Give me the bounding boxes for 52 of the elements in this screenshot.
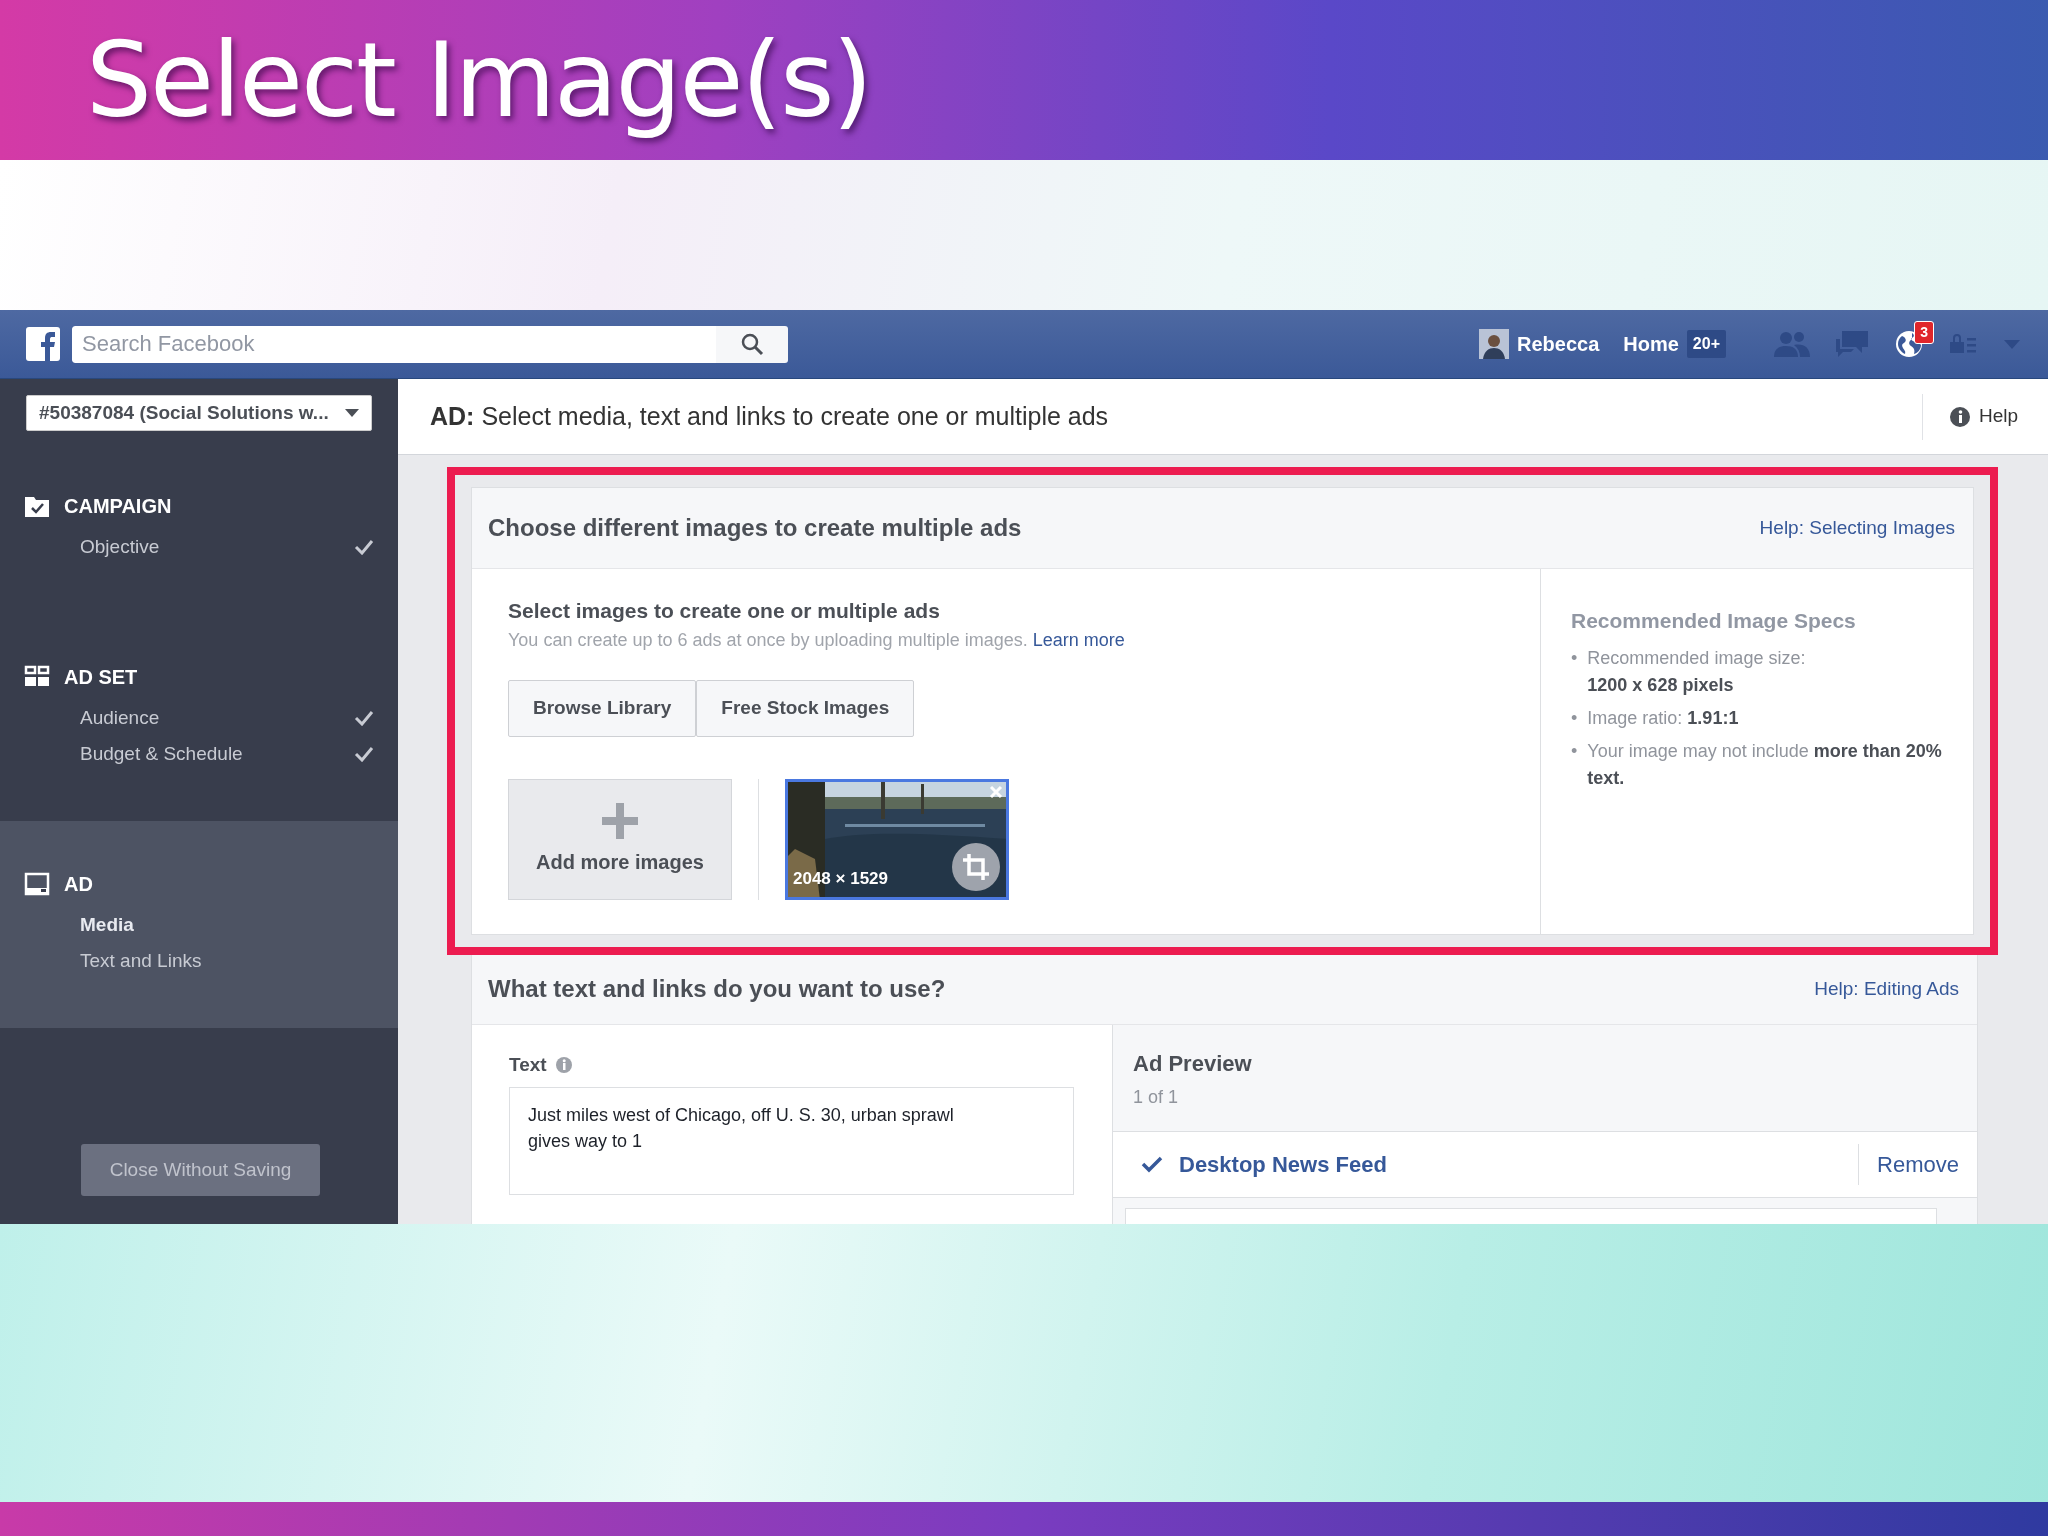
list-bullet: • xyxy=(1571,739,1578,763)
page-heading: AD: Select media, text and links to create one or multiple ads xyxy=(430,400,1109,432)
info-icon xyxy=(1948,405,1971,428)
panel-title: Choose different images to create multiple ads xyxy=(488,513,1022,543)
home-count-badge: 20+ xyxy=(1686,330,1726,358)
caret-icon xyxy=(345,409,359,417)
placement-link[interactable]: Desktop News Feed xyxy=(1179,1147,1387,1181)
image-size: 2048 × 1529 xyxy=(793,868,888,890)
sidebar-item[interactable]: Text and Links xyxy=(80,947,202,976)
user-name-link[interactable]: Rebecca xyxy=(1517,329,1600,359)
preview-count: 1 of 1 xyxy=(1133,1085,1180,1109)
help-link[interactable]: Help: Selecting Images xyxy=(1759,513,1955,543)
notification-badge: 3 xyxy=(1914,321,1934,344)
spec-item: Recommended image size: 1200 x 628 pixels xyxy=(1587,646,1807,697)
info-icon xyxy=(554,1055,573,1074)
crop-icon[interactable] xyxy=(951,841,1001,892)
help-link[interactable]: Help: Editing Ads xyxy=(1814,974,1959,1004)
image-thumbnail[interactable]: 2048 × 1529 xyxy=(785,778,1009,900)
preview-title: Ad Preview xyxy=(1133,1049,1253,1078)
field-label: Text xyxy=(509,1052,547,1077)
plus-icon xyxy=(600,801,640,841)
section-title: CAMPAIGN xyxy=(64,494,172,519)
list-bullet: • xyxy=(1571,646,1578,670)
sidebar-item[interactable]: Objective xyxy=(80,533,160,562)
sidebar-item[interactable]: Media xyxy=(80,910,134,939)
learn-more-link[interactable]: Learn more xyxy=(1032,629,1125,650)
sidebar-item[interactable]: Budget & Schedule xyxy=(80,740,243,769)
search-button[interactable] xyxy=(716,325,788,363)
section-title: AD xyxy=(64,871,93,897)
avatar-icon xyxy=(1479,329,1509,359)
sidebar-item[interactable]: Audience xyxy=(80,703,160,732)
hint-text: You can create up to 6 ads at once by uploading multiple images. Learn more xyxy=(508,628,1126,652)
list-bullet: • xyxy=(1571,706,1578,730)
remove-button[interactable]: Remove xyxy=(1858,1143,1959,1185)
spec-item: Image ratio: 1.91:1 xyxy=(1587,706,1739,730)
search-field[interactable]: Search Facebook xyxy=(72,325,716,363)
search-icon xyxy=(740,332,764,356)
action-button[interactable]: Browse Library xyxy=(508,679,697,737)
text-field[interactable]: Just miles west of Chicago, off U. S. 30, urban sprawl gives way to 1 xyxy=(509,1087,1074,1195)
home-link[interactable]: Home xyxy=(1623,329,1679,359)
panel-title: What text and links do you want to use? xyxy=(488,974,946,1004)
monitor-icon xyxy=(24,870,50,897)
add-images-button[interactable]: Add more images xyxy=(508,778,732,900)
section-title: AD SET xyxy=(64,664,138,690)
section-subtitle: Select images to create one or multiple ads xyxy=(508,598,941,624)
spec-item: Your image may not include more than 20% text. xyxy=(1587,739,1943,790)
specs-title: Recommended Image Specs xyxy=(1571,608,1857,634)
account-dropdown[interactable]: #50387084 (Social Solutions w... xyxy=(26,395,372,431)
help-button[interactable]: Help xyxy=(1921,393,2048,440)
action-button[interactable]: Free Stock Images xyxy=(696,679,915,737)
logo-icon xyxy=(26,327,60,361)
slide-title: Select Image(s) xyxy=(86,22,871,138)
